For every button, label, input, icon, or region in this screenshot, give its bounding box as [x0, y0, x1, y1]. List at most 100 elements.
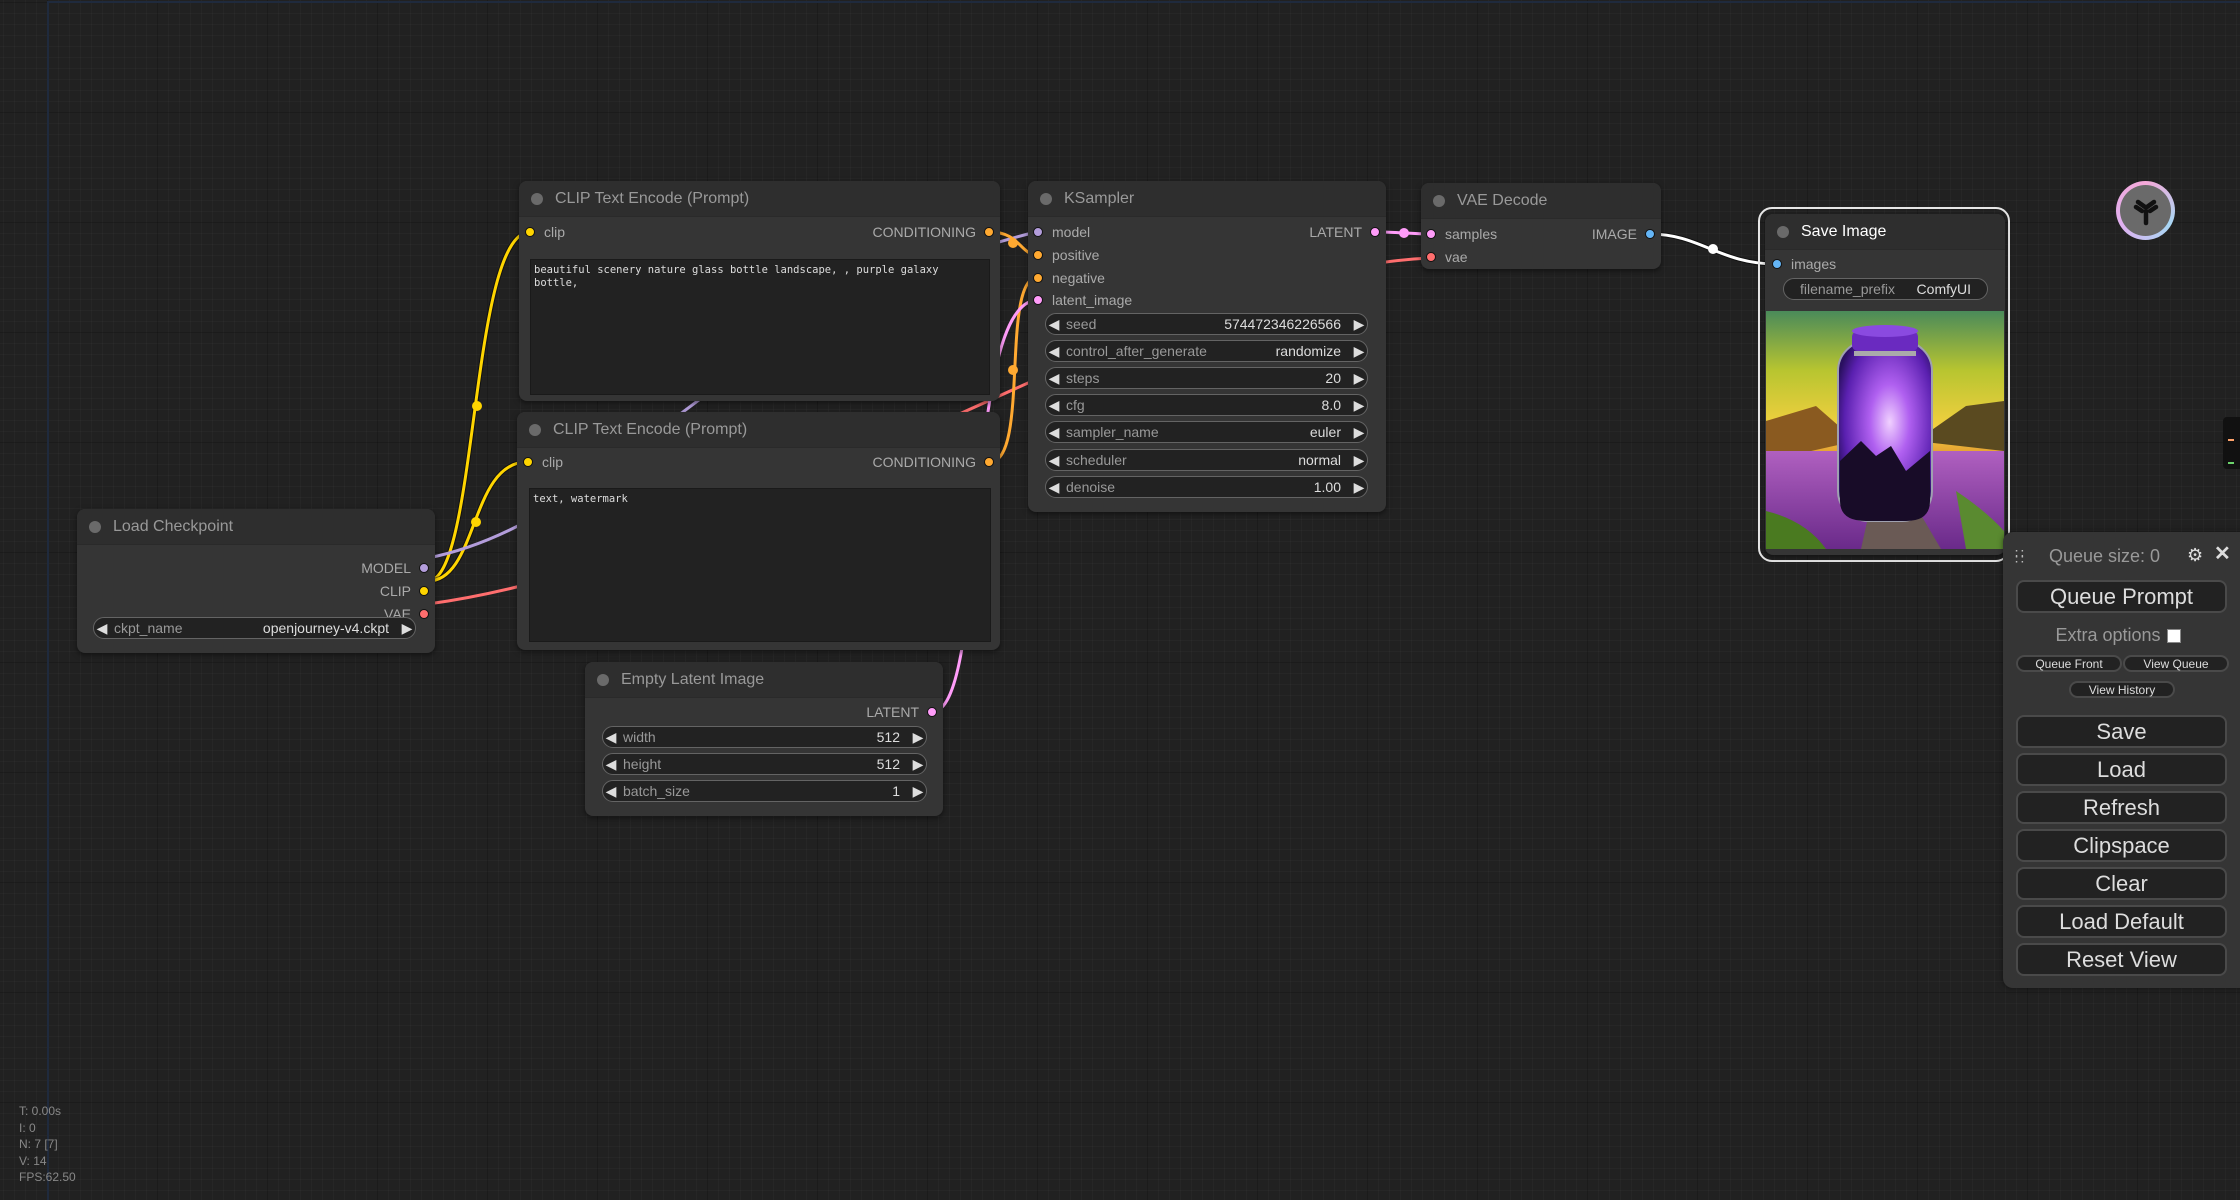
- node-empty-latent-image[interactable]: Empty Latent Image LATENT ◀ width 512 ▶ ◀ he…: [585, 662, 943, 816]
- widget-control-after-generate[interactable]: ◀ control_after_generate randomize ▶: [1045, 340, 1368, 362]
- output-slot-conditioning[interactable]: CONDITIONING: [873, 452, 994, 472]
- node-load-checkpoint[interactable]: Load Checkpoint MODEL CLIP VAE ◀ ckpt_na…: [77, 509, 435, 653]
- output-slot-image[interactable]: IMAGE: [1592, 224, 1655, 244]
- widget-filename-prefix[interactable]: filename_prefix ComfyUI: [1783, 278, 1988, 300]
- widget-value: openjourney-v4.ckpt: [262, 620, 389, 636]
- reset-view-button[interactable]: Reset View: [2016, 943, 2227, 976]
- node-title-bar[interactable]: VAE Decode: [1421, 183, 1661, 219]
- input-slot-negative[interactable]: negative: [1033, 268, 1105, 288]
- decrement-arrow-icon[interactable]: ◀: [1046, 370, 1062, 387]
- node-title-bar[interactable]: KSampler: [1028, 181, 1386, 217]
- decrement-arrow-icon[interactable]: ◀: [603, 756, 619, 773]
- collapse-dot-icon[interactable]: [1433, 194, 1445, 207]
- queue-front-button[interactable]: Queue Front: [2016, 655, 2122, 672]
- slot-label: CLIP: [379, 583, 411, 599]
- load-default-button[interactable]: Load Default: [2016, 905, 2227, 938]
- output-slot-latent[interactable]: LATENT: [866, 702, 937, 722]
- node-clip-text-encode-positive[interactable]: CLIP Text Encode (Prompt) clip CONDITION…: [519, 181, 1000, 401]
- node-title-bar[interactable]: CLIP Text Encode (Prompt): [519, 181, 1000, 217]
- increment-arrow-icon[interactable]: ▶: [1351, 479, 1367, 496]
- increment-arrow-icon[interactable]: ▶: [1351, 424, 1367, 441]
- queue-prompt-button[interactable]: Queue Prompt: [2016, 580, 2227, 613]
- collapse-dot-icon[interactable]: [597, 673, 609, 686]
- image-preview[interactable]: [1766, 311, 2004, 549]
- collapse-dot-icon[interactable]: [529, 423, 541, 436]
- slot-dot-icon: [525, 227, 535, 237]
- node-title-bar[interactable]: Save Image: [1765, 214, 2005, 250]
- input-slot-positive[interactable]: positive: [1033, 245, 1099, 265]
- widget-label: steps: [1066, 370, 1100, 386]
- widget-label: batch_size: [623, 783, 690, 799]
- input-slot-clip[interactable]: clip: [525, 222, 565, 242]
- widget-ckpt-name[interactable]: ◀ ckpt_name openjourney-v4.ckpt ▶: [93, 617, 416, 639]
- input-slot-model[interactable]: model: [1033, 222, 1090, 242]
- output-slot-conditioning[interactable]: CONDITIONING: [873, 222, 994, 242]
- increment-arrow-icon[interactable]: ▶: [1351, 316, 1367, 333]
- input-slot-clip[interactable]: clip: [523, 452, 563, 472]
- view-history-button[interactable]: View History: [2069, 681, 2175, 698]
- output-slot-clip[interactable]: CLIP: [380, 581, 429, 601]
- output-slot-model[interactable]: MODEL: [361, 558, 429, 578]
- collapse-dot-icon[interactable]: [531, 192, 543, 205]
- slot-label: MODEL: [361, 560, 411, 576]
- collapse-dot-icon[interactable]: [1777, 225, 1789, 238]
- node-ksampler[interactable]: KSampler model positive negative latent_…: [1028, 181, 1386, 512]
- widget-steps[interactable]: ◀ steps 20 ▶: [1045, 367, 1368, 389]
- widget-height[interactable]: ◀ height 512 ▶: [602, 753, 927, 775]
- widget-scheduler[interactable]: ◀ scheduler normal ▶: [1045, 449, 1368, 471]
- increment-arrow-icon[interactable]: ▶: [910, 729, 926, 746]
- decrement-arrow-icon[interactable]: ◀: [1046, 343, 1062, 360]
- prompt-textarea[interactable]: text, watermark: [529, 488, 991, 642]
- node-vae-decode[interactable]: VAE Decode samples vae IMAGE: [1421, 183, 1661, 269]
- prompt-textarea[interactable]: beautiful scenery nature glass bottle la…: [530, 259, 990, 395]
- node-title-bar[interactable]: CLIP Text Encode (Prompt): [517, 412, 1000, 448]
- view-queue-button[interactable]: View Queue: [2123, 655, 2229, 672]
- decrement-arrow-icon[interactable]: ◀: [1046, 397, 1062, 414]
- slot-label: images: [1791, 256, 1837, 272]
- decrement-arrow-icon[interactable]: ◀: [1046, 452, 1062, 469]
- canvas-stats: T: 0.00s I: 0 N: 7 [7] V: 14 FPS:62.50: [19, 1103, 76, 1186]
- increment-arrow-icon[interactable]: ▶: [1351, 370, 1367, 387]
- extra-options-checkbox[interactable]: [2166, 628, 2181, 643]
- node-title-bar[interactable]: Empty Latent Image: [585, 662, 943, 698]
- widget-width[interactable]: ◀ width 512 ▶: [602, 726, 927, 748]
- app-logo-icon[interactable]: [2116, 181, 2175, 240]
- collapse-dot-icon[interactable]: [1040, 192, 1052, 205]
- refresh-button[interactable]: Refresh: [2016, 791, 2227, 824]
- input-slot-latent-image[interactable]: latent_image: [1033, 290, 1132, 310]
- node-title-bar[interactable]: Load Checkpoint: [77, 509, 435, 545]
- increment-arrow-icon[interactable]: ▶: [399, 620, 415, 637]
- decrement-arrow-icon[interactable]: ◀: [603, 783, 619, 800]
- input-slot-images[interactable]: images: [1772, 254, 1836, 274]
- collapse-dot-icon[interactable]: [89, 520, 101, 533]
- decrement-arrow-icon[interactable]: ◀: [603, 729, 619, 746]
- output-slot-latent[interactable]: LATENT: [1309, 222, 1380, 242]
- input-slot-samples[interactable]: samples: [1426, 224, 1497, 244]
- settings-gear-icon[interactable]: ⚙: [2187, 545, 2203, 566]
- side-meter-handle[interactable]: [2223, 417, 2240, 469]
- node-clip-text-encode-negative[interactable]: CLIP Text Encode (Prompt) clip CONDITION…: [517, 412, 1000, 650]
- increment-arrow-icon[interactable]: ▶: [1351, 343, 1367, 360]
- increment-arrow-icon[interactable]: ▶: [1351, 452, 1367, 469]
- load-button[interactable]: Load: [2016, 753, 2227, 786]
- close-icon[interactable]: ✕: [2214, 541, 2231, 566]
- decrement-arrow-icon[interactable]: ◀: [1046, 316, 1062, 333]
- widget-denoise[interactable]: ◀ denoise 1.00 ▶: [1045, 476, 1368, 498]
- save-button[interactable]: Save: [2016, 715, 2227, 748]
- widget-batch-size[interactable]: ◀ batch_size 1 ▶: [602, 780, 927, 802]
- increment-arrow-icon[interactable]: ▶: [1351, 397, 1367, 414]
- input-slot-vae[interactable]: vae: [1426, 247, 1468, 267]
- clipspace-button[interactable]: Clipspace: [2016, 829, 2227, 862]
- clear-button[interactable]: Clear: [2016, 867, 2227, 900]
- node-save-image[interactable]: Save Image images filename_prefix ComfyU…: [1765, 214, 2005, 555]
- decrement-arrow-icon[interactable]: ◀: [1046, 424, 1062, 441]
- node-title: VAE Decode: [1457, 191, 1548, 209]
- widget-cfg[interactable]: ◀ cfg 8.0 ▶: [1045, 394, 1368, 416]
- widget-seed[interactable]: ◀ seed 574472346226566 ▶: [1045, 313, 1368, 335]
- increment-arrow-icon[interactable]: ▶: [910, 783, 926, 800]
- decrement-arrow-icon[interactable]: ◀: [94, 620, 110, 637]
- drag-handle-icon[interactable]: ∷ ∷: [2015, 546, 2025, 566]
- widget-sampler-name[interactable]: ◀ sampler_name euler ▶: [1045, 421, 1368, 443]
- decrement-arrow-icon[interactable]: ◀: [1046, 479, 1062, 496]
- increment-arrow-icon[interactable]: ▶: [910, 756, 926, 773]
